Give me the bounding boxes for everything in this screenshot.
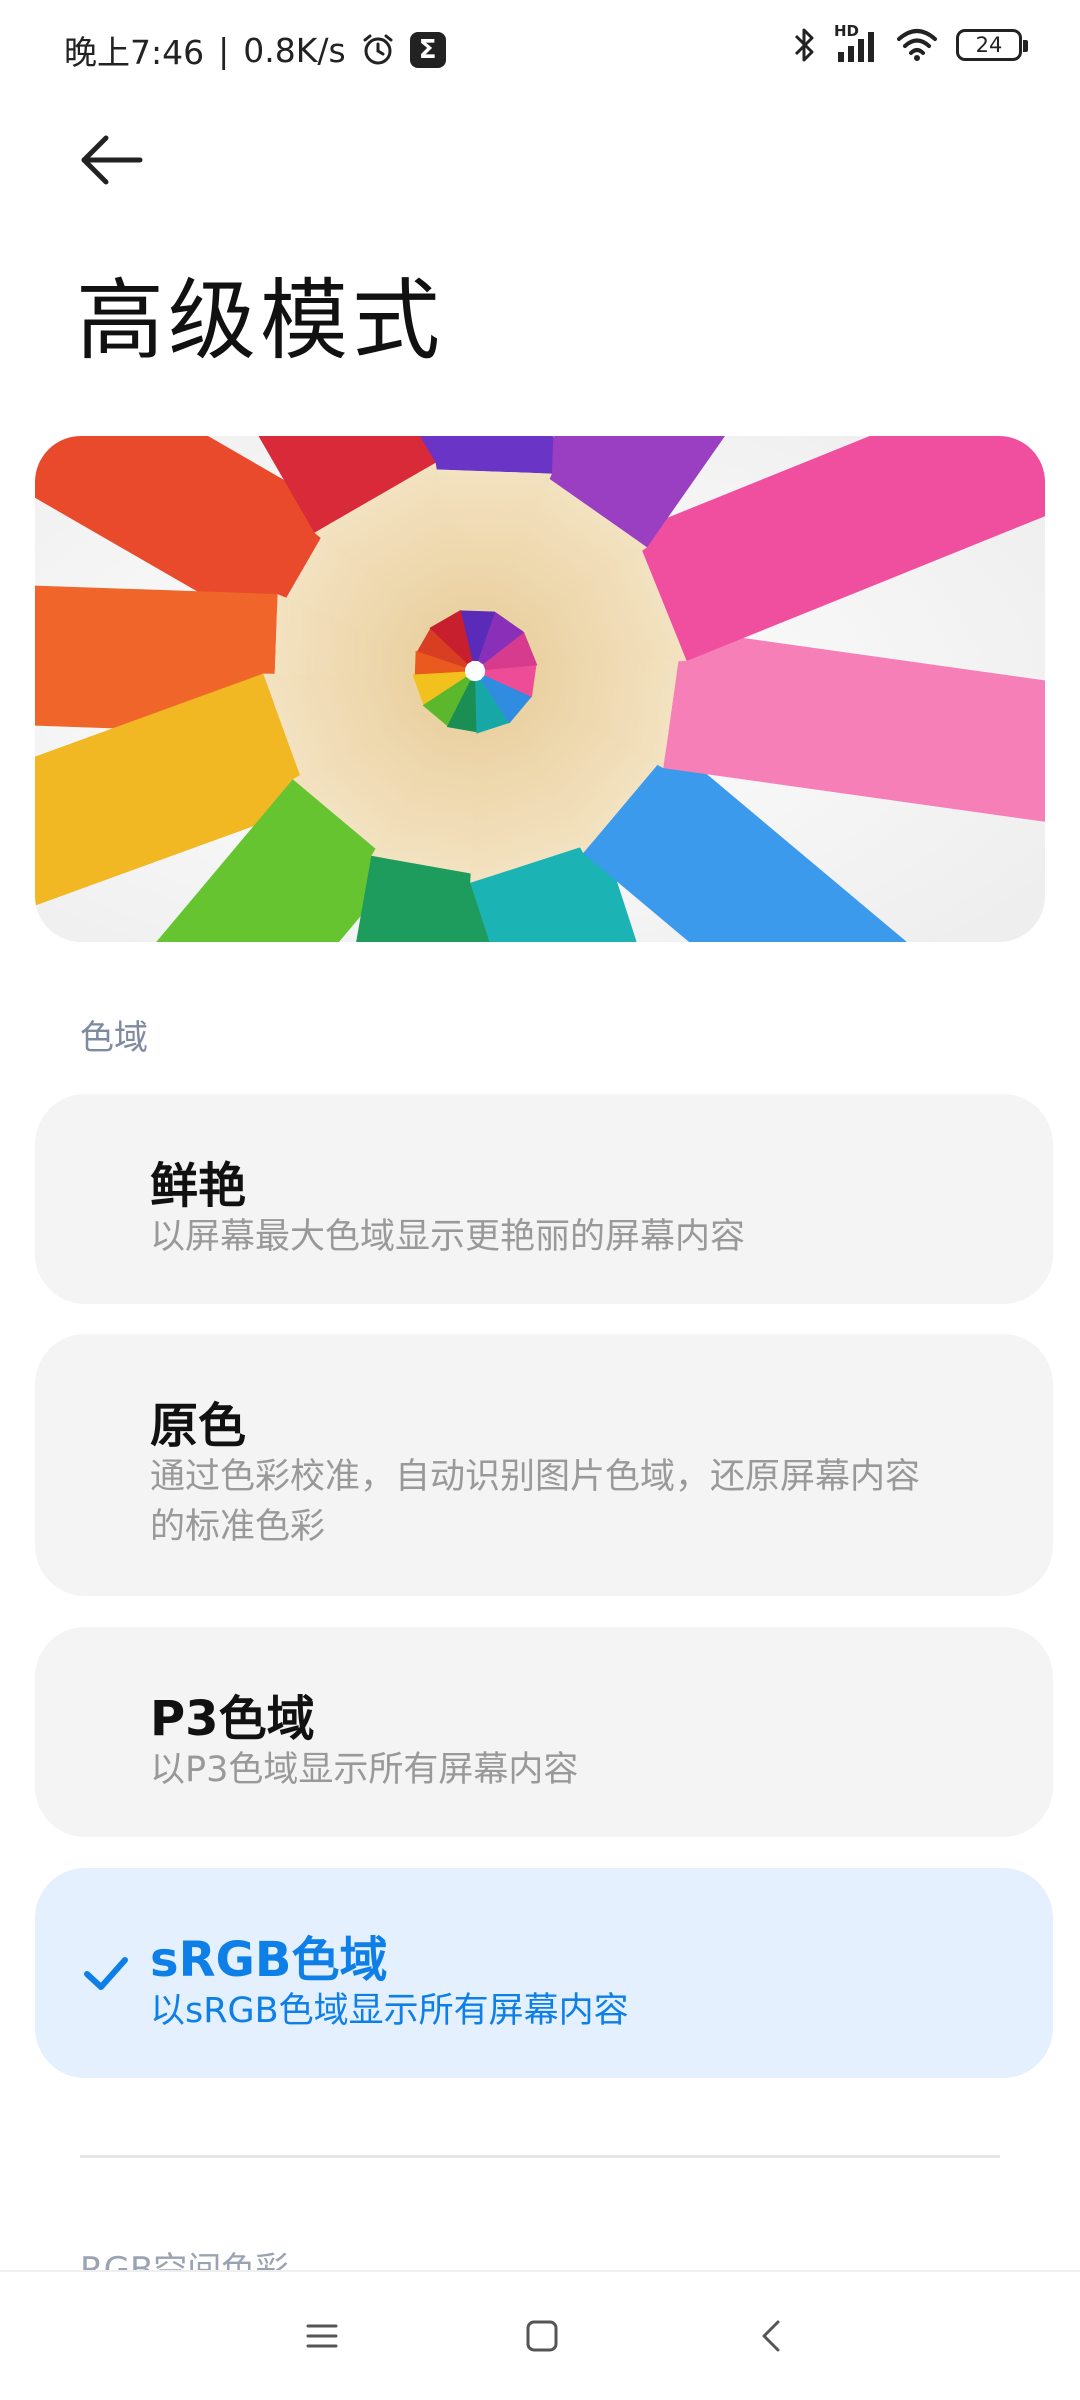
option-desc: 以sRGB色域显示所有屏幕内容 (150, 1991, 629, 2031)
battery-indicator: 24 (956, 29, 1028, 61)
divider (80, 2155, 1000, 2158)
option-desc: 以P3色域显示所有屏幕内容 (150, 1750, 579, 1790)
menu-icon[interactable] (302, 2316, 342, 2356)
bluetooth-icon (794, 28, 814, 62)
battery-level: 24 (975, 33, 1003, 57)
status-time: 晚上7:46 (64, 33, 205, 72)
check-icon (84, 1957, 128, 1990)
option-title: P3色域 (150, 1691, 315, 1747)
option-title: 原色 (150, 1398, 247, 1454)
option-title: sRGB色域 (150, 1932, 388, 1988)
alarm-icon (363, 34, 393, 65)
home-icon[interactable] (522, 2316, 562, 2356)
signal-icon: HD (834, 22, 878, 64)
option-vivid[interactable]: 鲜艳 以屏幕最大色域显示更艳丽的屏幕内容 (35, 1094, 1053, 1304)
hero-image (35, 436, 1045, 942)
status-left: 晚上7:46 | 0.8K/s Σ (64, 26, 446, 74)
sigma-app-icon: Σ (409, 32, 446, 68)
status-separator: | (218, 30, 230, 70)
option-desc: 以屏幕最大色域显示更艳丽的屏幕内容 (150, 1217, 746, 1257)
wifi-icon (897, 29, 937, 61)
option-title: 鲜艳 (150, 1158, 247, 1214)
nav-back-icon[interactable] (752, 2316, 792, 2356)
option-srgb[interactable]: sRGB色域 以sRGB色域显示所有屏幕内容 (35, 1868, 1053, 2078)
page-title: 高级模式 (76, 269, 445, 372)
option-original[interactable]: 原色 通过色彩校准，自动识别图片色域，还原屏幕内容的标准色彩 (35, 1334, 1053, 1596)
section-label-rgb: RGB空间色彩 (80, 2250, 290, 2270)
status-speed: 0.8K/s (243, 30, 346, 70)
arrow-left-icon (81, 135, 143, 185)
status-bar: 晚上7:46 | 0.8K/s Σ HD 24 (0, 0, 1080, 100)
section-label-color-gamut: 色域 (80, 1018, 148, 1058)
status-right: HD 24 (792, 22, 1028, 64)
back-button[interactable] (78, 128, 158, 192)
option-desc: 通过色彩校准，自动识别图片色域，还原屏幕内容的标准色彩 (150, 1457, 921, 1547)
navigation-bar (0, 2270, 1080, 2400)
option-p3[interactable]: P3色域 以P3色域显示所有屏幕内容 (35, 1627, 1053, 1837)
